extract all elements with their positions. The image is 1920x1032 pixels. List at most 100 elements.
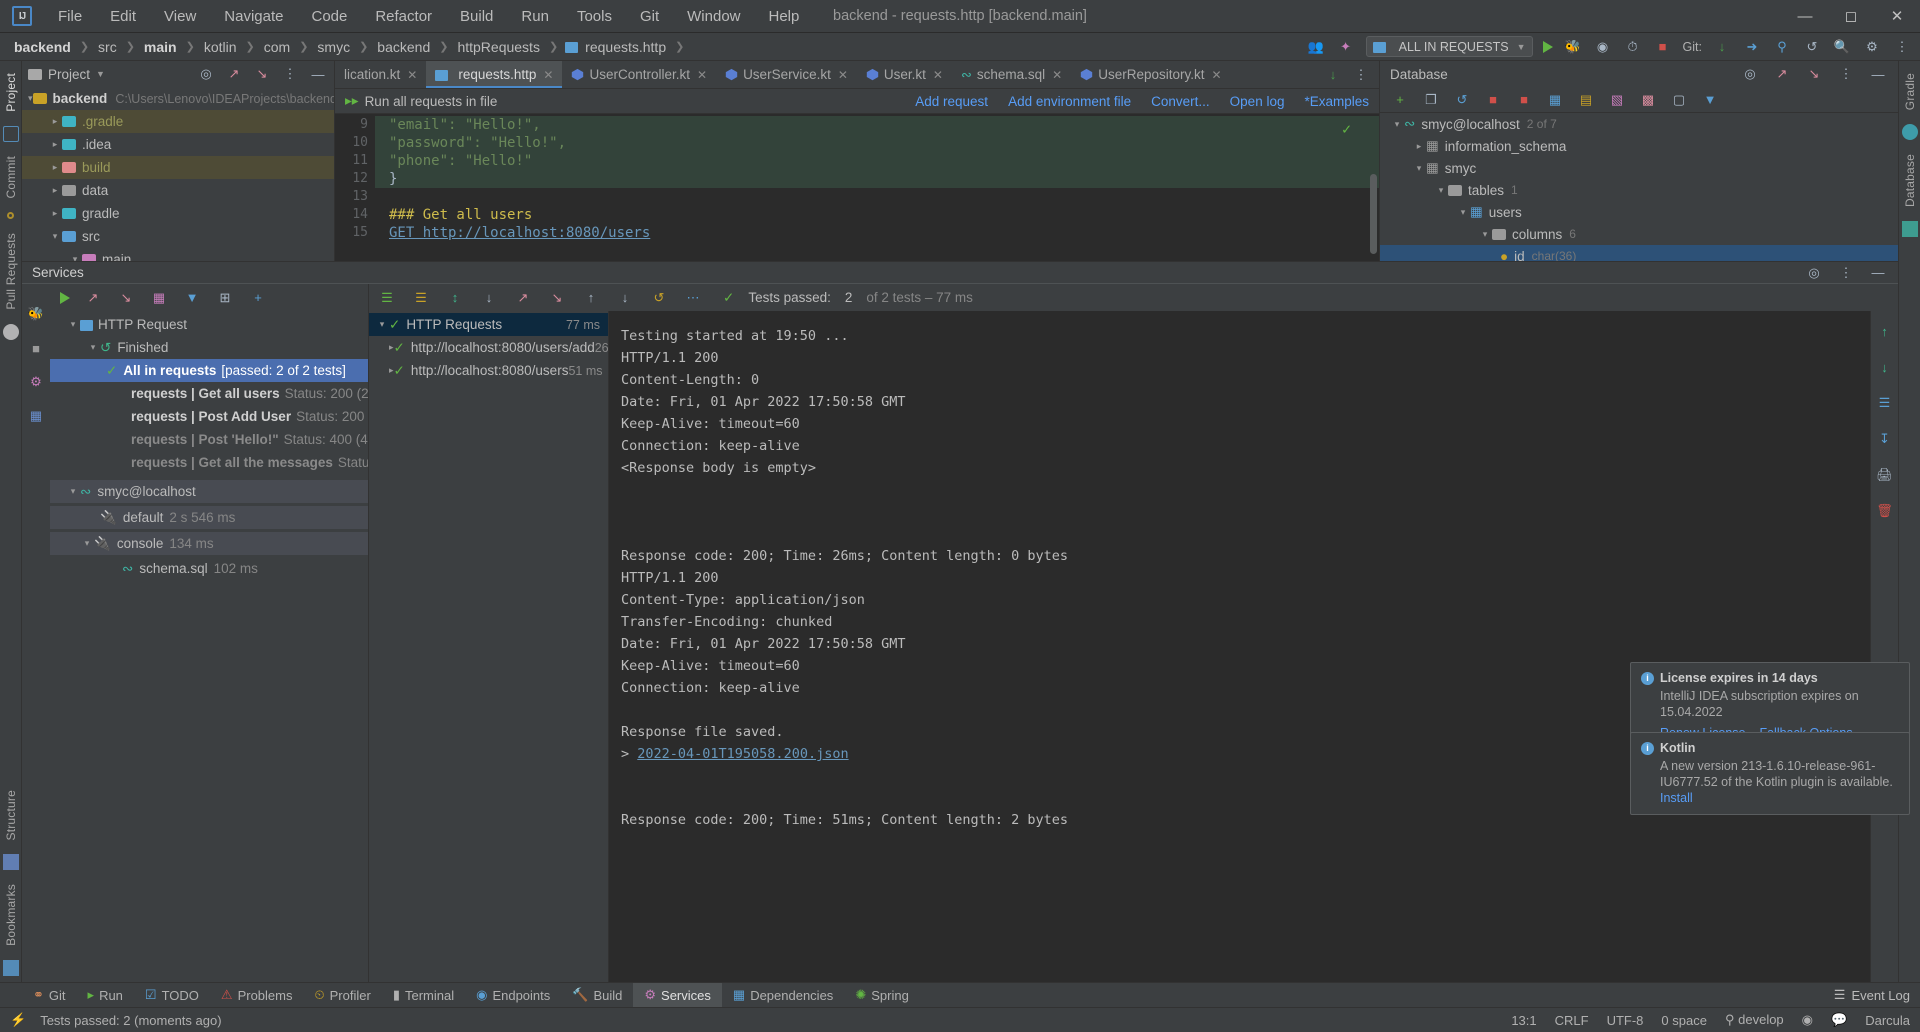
editor-tab-requests-http[interactable]: requests.http ✕	[426, 61, 563, 88]
db-node-smyc-localhost[interactable]: ▾ ∾ smyc@localhost 2 of 7	[1380, 113, 1898, 135]
add-tab-icon[interactable]: ⊞	[215, 288, 235, 308]
expand-icon[interactable]: ↗	[224, 64, 244, 84]
tool-tab-project[interactable]: Project	[2, 65, 20, 120]
test-results-tree[interactable]: ▾ ✓ HTTP Requests 77 ms ▸ ✓ http://local…	[369, 311, 629, 982]
chevron-down-icon[interactable]: ▾	[1434, 185, 1448, 196]
tool-tab-bookmarks[interactable]: Bookmarks	[2, 876, 20, 954]
menu-item-refactor[interactable]: Refactor	[361, 4, 446, 29]
console-icon[interactable]: ▢	[1669, 90, 1689, 110]
breadcrumb-requests-http[interactable]: requests.http	[583, 38, 668, 56]
diagram-icon[interactable]: ▩	[1638, 90, 1658, 110]
locate-icon[interactable]: ◎	[1740, 64, 1760, 84]
open-log-button[interactable]: Open log	[1230, 94, 1285, 109]
bottom-tab-problems[interactable]: ⚠ Problems	[210, 983, 304, 1008]
sort-by-duration-icon[interactable]: ↓	[479, 288, 499, 308]
tree-node-root[interactable]: ▾ backend C:\Users\Lenovo\IDEAProjects\b…	[22, 87, 334, 110]
menu-item-file[interactable]: File	[44, 4, 96, 29]
tool-tab-pull-requests[interactable]: Pull Requests	[2, 225, 20, 318]
chevron-right-icon[interactable]: ▸	[48, 185, 62, 196]
group-icon[interactable]: ▦	[149, 288, 169, 308]
locate-icon[interactable]: ◎	[196, 64, 216, 84]
run-button[interactable]	[60, 291, 70, 304]
service-node-post-add-user[interactable]: requests | Post Add User Status: 200 (17…	[50, 405, 368, 428]
db-node-information-schema[interactable]: ▸ ▦ information_schema	[1380, 135, 1898, 157]
breadcrumb-com[interactable]: com	[262, 38, 292, 56]
run-all-icon[interactable]: ▸▸	[345, 93, 359, 109]
line-separator[interactable]: CRLF	[1555, 1013, 1589, 1028]
editor-tab-usercontroller-kt[interactable]: UserController.kt ✕	[562, 61, 716, 88]
stop-button[interactable]: ■	[1653, 37, 1673, 57]
editor-scrollbar[interactable]	[1370, 174, 1377, 254]
scroll-up-icon[interactable]: ↑	[1875, 321, 1895, 341]
duplicate-icon[interactable]: ❐	[1421, 90, 1441, 110]
tool-tab-gradle[interactable]: Gradle	[1901, 65, 1919, 118]
bookmark-icon[interactable]	[2, 960, 19, 976]
kotlin-plugin-notification[interactable]: i Kotlin A new version 213-1.6.10-releas…	[1630, 732, 1910, 815]
menu-item-run[interactable]: Run	[507, 4, 563, 29]
more-icon[interactable]: ⋮	[1892, 37, 1912, 57]
theme-name[interactable]: Darcula	[1865, 1013, 1910, 1028]
add-data-source-icon[interactable]: +	[1390, 90, 1410, 110]
more-icon[interactable]: ⋮	[280, 64, 300, 84]
bottom-tab-profiler[interactable]: ⏲ Profiler	[303, 983, 381, 1008]
service-node-get-all-messages[interactable]: requests | Get all the messages Status: …	[50, 451, 368, 474]
tool-tab-database[interactable]: Database	[1901, 146, 1919, 215]
hide-failed-icon[interactable]: ☰	[411, 288, 431, 308]
collapse-icon[interactable]: ↘	[1804, 64, 1824, 84]
stop-icon[interactable]: ■	[26, 338, 46, 358]
hide-icon[interactable]: —	[1868, 263, 1888, 283]
show-passed-icon[interactable]: ☰	[377, 288, 397, 308]
chevron-down-icon[interactable]: ▼	[1517, 42, 1526, 52]
gradle-icon[interactable]	[1901, 124, 1918, 141]
code-editor[interactable]: 9 10 11 12 13 14 15 "email": "Hello!", "…	[335, 114, 1379, 261]
service-node-smyc-localhost[interactable]: ▾ ∾ smyc@localhost	[50, 480, 368, 503]
breadcrumb-backend-pkg[interactable]: backend	[375, 38, 432, 56]
layout-icon[interactable]: ▦	[26, 406, 46, 426]
bottom-tab-services[interactable]: ⚙ Services	[633, 982, 722, 1008]
close-icon[interactable]: ✕	[1212, 68, 1222, 82]
git-branch[interactable]: ⚲ develop	[1725, 1012, 1784, 1028]
service-node-console-connection[interactable]: ▾ 🔌 console 134 ms	[50, 532, 368, 555]
db-node-users[interactable]: ▾ ▦ users	[1380, 201, 1898, 223]
chevron-down-icon[interactable]: ▾	[80, 538, 94, 549]
git-commit-icon[interactable]: ➜	[1742, 37, 1762, 57]
test-node-http-requests[interactable]: ▾ ✓ HTTP Requests 77 ms	[369, 313, 608, 336]
breadcrumb-backend[interactable]: backend	[12, 38, 73, 56]
profile-icon[interactable]: ⏱	[1623, 37, 1643, 57]
collapse-icon[interactable]: ↘	[116, 288, 136, 308]
close-icon[interactable]: ✕	[697, 68, 707, 82]
breadcrumb-smyc[interactable]: smyc	[315, 38, 352, 56]
modify-icon[interactable]: ▧	[1607, 90, 1627, 110]
tool-tab-commit[interactable]: Commit	[2, 148, 20, 207]
bottom-tab-run[interactable]: ▸ Run	[77, 983, 134, 1008]
chevron-right-icon[interactable]: ▸	[48, 208, 62, 219]
hide-icon[interactable]: —	[1868, 64, 1888, 84]
service-node-finished[interactable]: ▾ ↺ Finished	[50, 336, 368, 359]
debug-icon[interactable]: 🐝	[1563, 37, 1583, 57]
run-all-requests-label[interactable]: Run all requests in file	[365, 94, 498, 109]
debug-icon[interactable]: 🐝	[26, 304, 46, 324]
more-icon[interactable]: ⋯	[683, 288, 703, 308]
menu-item-edit[interactable]: Edit	[96, 4, 150, 29]
menu-item-tools[interactable]: Tools	[563, 4, 626, 29]
service-node-post-hello[interactable]: requests | Post 'Hello!" Status: 400 (4 …	[50, 428, 368, 451]
chevron-down-icon[interactable]: ▾	[1412, 163, 1426, 174]
prev-test-icon[interactable]: ↑	[581, 288, 601, 308]
editor-tab-user-kt[interactable]: User.kt ✕	[857, 61, 952, 88]
github-icon[interactable]	[2, 323, 19, 340]
coverage-icon[interactable]: ◉	[1593, 37, 1613, 57]
expand-icon[interactable]: ↗	[83, 288, 103, 308]
run-configuration-selector[interactable]: ALL IN REQUESTS ▼	[1365, 36, 1533, 57]
tree-node-idea[interactable]: ▸ .idea	[22, 133, 334, 156]
git-update-icon[interactable]: ↓	[1712, 37, 1732, 57]
db-node-tables[interactable]: ▾ tables 1	[1380, 179, 1898, 201]
chevron-right-icon[interactable]: ▸	[48, 162, 62, 173]
test-console-output[interactable]: Testing started at 19:50 ... HTTP/1.1 20…	[609, 311, 1870, 982]
scroll-down-icon[interactable]: ↓	[1875, 357, 1895, 377]
response-file-link[interactable]: 2022-04-01T195058.200.json	[637, 746, 848, 762]
database-tree[interactable]: ▾ ∾ smyc@localhost 2 of 7 ▸ ▦ informatio…	[1380, 113, 1898, 261]
table-icon[interactable]: ▦	[1545, 90, 1565, 110]
service-node-get-all-users[interactable]: requests | Get all users Status: 200 (27…	[50, 382, 368, 405]
close-icon[interactable]: ✕	[407, 68, 417, 82]
add-environment-file-button[interactable]: Add environment file	[1008, 94, 1131, 109]
